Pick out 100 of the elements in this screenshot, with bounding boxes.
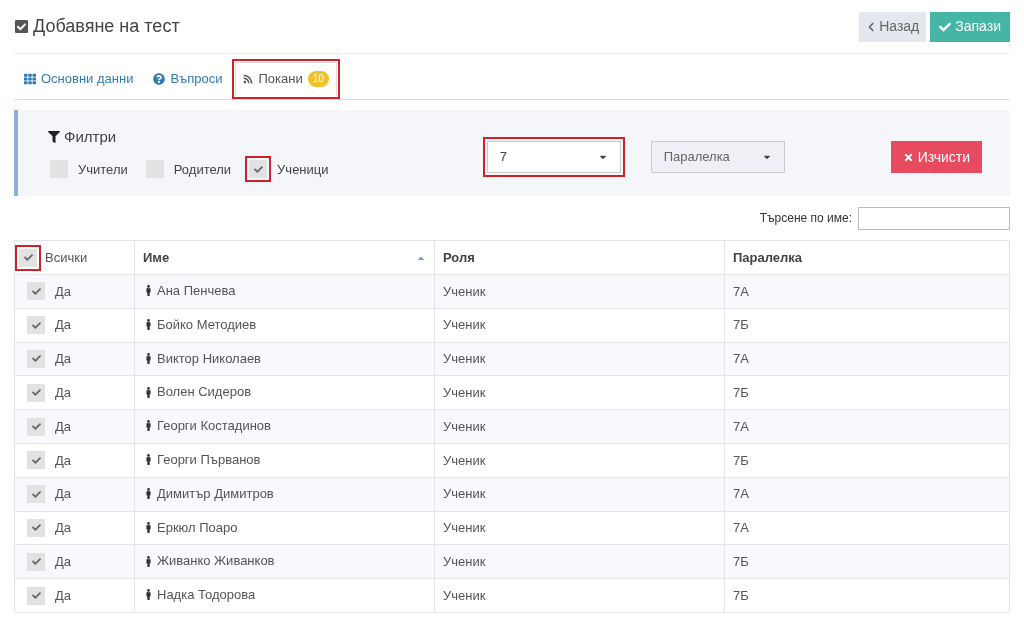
check-icon [31, 320, 41, 330]
table-cell-text: Да [55, 519, 72, 538]
table-cell-text: Да [55, 282, 72, 301]
table-cell: 7Б [733, 452, 749, 468]
table-cell: Ученик [443, 486, 486, 502]
table-cell: Живанко Живанков [143, 551, 275, 571]
checkbox[interactable] [145, 160, 164, 179]
table-cell: Ана Пенчева [143, 281, 236, 301]
table-cell: Ученик [443, 351, 486, 367]
question-icon [153, 73, 166, 85]
checkbox[interactable] [27, 350, 45, 368]
tab[interactable]: Покани 10 [235, 62, 337, 96]
column-header[interactable]: Име [134, 240, 435, 275]
check-icon [31, 286, 41, 296]
column-header[interactable]: Паралелка [724, 240, 1010, 275]
checkbox[interactable] [27, 383, 45, 402]
table-cell-text: Да [55, 553, 72, 571]
table-cell: Еркюл Поаро [143, 517, 238, 538]
back-button[interactable]: Назад [859, 11, 927, 42]
table-cell-text: Да [55, 417, 72, 436]
table-cell: 7Б [733, 317, 749, 333]
tab[interactable]: Въпроси [146, 62, 230, 96]
check-icon [31, 422, 41, 432]
rss-icon [243, 74, 254, 84]
checkbox-label: Родители [173, 160, 232, 179]
checkbox[interactable] [50, 160, 68, 179]
person-icon [143, 454, 154, 466]
table-cell: Ученик [443, 283, 486, 299]
grid-icon [24, 73, 36, 85]
checkbox[interactable] [27, 485, 45, 504]
check-icon [31, 455, 41, 465]
dropdown[interactable]: Паралелка [650, 141, 785, 173]
dropdown[interactable]: 7 [486, 141, 621, 173]
checkbox[interactable] [27, 282, 45, 301]
checkbox[interactable] [27, 451, 45, 470]
checkbox-label: Учители [78, 160, 128, 179]
person-icon [143, 521, 154, 533]
table-cell: Ученик [443, 520, 486, 536]
checkbox[interactable] [27, 316, 45, 335]
close-icon [902, 151, 914, 163]
filter-icon [48, 131, 60, 143]
table-cell: 7А [733, 520, 749, 536]
check-icon [939, 20, 952, 33]
table-cell: Ученик [443, 452, 486, 468]
table-cell: Ученик [443, 587, 486, 603]
check-icon [23, 253, 33, 262]
person-icon [143, 555, 154, 567]
person-icon [143, 386, 154, 398]
checkbox[interactable] [27, 552, 45, 571]
clear-button[interactable]: Изчисти [890, 141, 982, 173]
table-cell: Димитър Димитров [143, 483, 274, 504]
table-cell-text: Да [55, 350, 72, 369]
checkbox[interactable] [27, 518, 45, 537]
table-cell: Георги Костадинов [143, 416, 271, 436]
checkbox-icon [14, 19, 29, 34]
check-icon [253, 164, 263, 174]
table-cell: 7А [733, 283, 749, 299]
table-cell-text: Да [55, 451, 72, 470]
search-label: Търсене по име: [759, 210, 852, 227]
check-icon [31, 354, 41, 364]
check-icon [31, 557, 41, 567]
table-cell: Ученик [443, 554, 486, 569]
table-cell: Георги Първанов [143, 450, 261, 470]
checkbox[interactable] [27, 586, 45, 605]
page-title: Добавяне на тест [33, 15, 180, 38]
checkbox-label: Ученици [277, 160, 329, 179]
table-cell: Ученик [443, 418, 486, 434]
table-cell: 7А [733, 486, 749, 502]
table-cell: Ученик [443, 385, 486, 401]
table-cell: 7А [733, 418, 749, 434]
count-badge: 10 [307, 71, 329, 87]
person-icon [143, 589, 154, 601]
person-icon [143, 352, 154, 364]
tab[interactable]: Основни данни [17, 62, 141, 96]
table-cell-text: Да [55, 485, 72, 504]
person-icon [143, 420, 154, 432]
table-cell: 7Б [733, 554, 749, 569]
table-cell-text: Да [55, 316, 72, 335]
filter-title: Филтри [64, 126, 117, 147]
select-all-label: Всички [45, 248, 88, 267]
chevron-left-icon [866, 21, 877, 32]
table-cell-text: Да [55, 586, 72, 605]
check-icon [31, 523, 41, 533]
table-cell: Надка Тодорова [143, 585, 256, 605]
table-cell: 7А [733, 351, 749, 367]
check-icon [31, 388, 41, 398]
table-cell: Виктор Николаев [143, 348, 262, 369]
table-cell: Бойко Методиев [143, 314, 257, 335]
table-cell-text: Да [55, 384, 72, 403]
person-icon [143, 319, 154, 331]
checkbox[interactable] [27, 417, 45, 436]
column-header[interactable]: Роля [434, 240, 725, 275]
person-icon [143, 285, 154, 297]
table-cell: Ученик [443, 317, 486, 333]
check-icon [31, 489, 41, 499]
table-cell: Волен Сидеров [143, 382, 252, 402]
table-cell: 7Б [733, 385, 749, 401]
check-icon [31, 591, 41, 601]
person-icon [143, 488, 154, 500]
search-field[interactable] [858, 206, 1010, 230]
